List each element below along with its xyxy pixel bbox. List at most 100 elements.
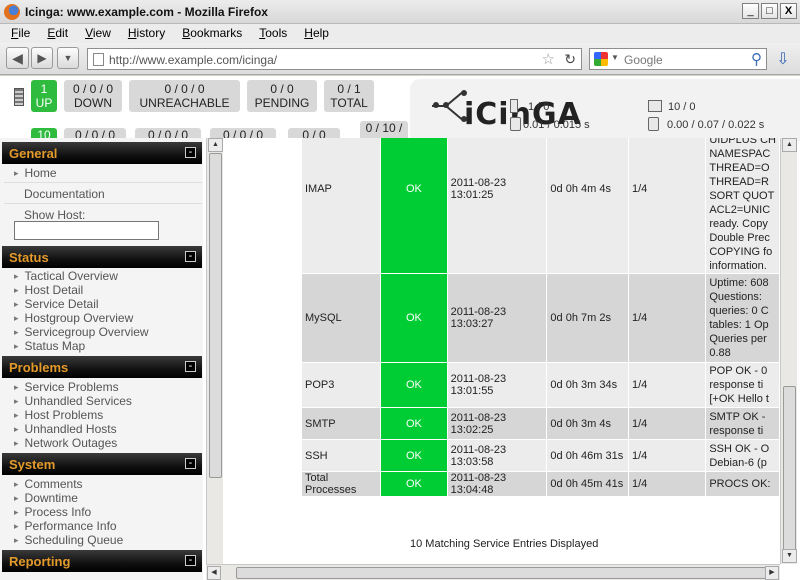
status-information: SMTP OK - response ti (705, 407, 780, 440)
sidebar-item-service-detail[interactable]: Service Detail (14, 297, 99, 311)
section-header-system[interactable]: System - (2, 453, 202, 475)
scroll-down-arrow-icon[interactable]: ▼ (782, 549, 797, 563)
sidebar-item-hostgroup-overview[interactable]: Hostgroup Overview (14, 311, 134, 325)
status-information-line: SORT QUOT (709, 190, 775, 202)
duration: 0d 0h 46m 31s (546, 439, 629, 472)
forward-button[interactable]: ▶ (31, 47, 53, 69)
show-host-input[interactable] (14, 221, 159, 240)
menu-bookmarks[interactable]: Bookmarks (171, 24, 248, 40)
collapse-icon[interactable]: - (185, 555, 196, 566)
sidebar-item-process-info[interactable]: Process Info (14, 505, 92, 519)
minimize-button[interactable]: _ (742, 3, 759, 19)
back-button[interactable]: ◀ (6, 47, 29, 69)
scroll-up-arrow-icon[interactable]: ▲ (208, 138, 223, 152)
sidebar-item-unhandled-services[interactable]: Unhandled Services (14, 394, 132, 408)
section-title: Problems (9, 360, 69, 375)
host-server-icon (510, 99, 518, 113)
service-name-link[interactable]: SSH (300, 439, 382, 472)
attempt: 1/4 (627, 273, 707, 363)
status-information-line: tables: 1 Op (709, 319, 769, 331)
menu-edit[interactable]: Edit (36, 24, 74, 40)
history-dropdown-button[interactable]: ▼ (57, 47, 79, 69)
table-row: SMTP OK 2011-08-23 13:02:25 0d 0h 3m 4s 1/4 S… (300, 407, 780, 440)
search-bar[interactable]: ▼ Google ⚲ (589, 48, 767, 70)
status-down-label: DOWN (74, 96, 112, 110)
section-header-general[interactable]: General - (2, 142, 202, 164)
firefox-icon (4, 4, 20, 20)
last-check: 2011-08-23 13:03:58 (446, 439, 548, 472)
service-name-link[interactable]: Total Processes (300, 471, 382, 497)
menu-bar: File Edit View History Bookmarks Tools Help (0, 24, 800, 43)
server-icon (14, 88, 24, 106)
search-icon[interactable]: ⚲ (751, 50, 762, 68)
status-total[interactable]: 0 / 1 TOTAL (324, 80, 374, 112)
status-information-line: SMTP OK - (709, 410, 766, 423)
status-information-line: 0.88 (709, 347, 731, 359)
service-name-link[interactable]: SMTP (300, 407, 382, 440)
horizontal-scrollbar[interactable]: ◀ ▶ (206, 564, 780, 580)
sidebar-item-network-outages[interactable]: Network Outages (14, 436, 118, 450)
bookmark-star-icon[interactable]: ☆ (542, 50, 555, 68)
collapse-icon[interactable]: - (185, 361, 196, 372)
collapse-icon[interactable]: - (185, 251, 196, 262)
section-header-status[interactable]: Status - (2, 246, 202, 268)
scroll-left-arrow-icon[interactable]: ◀ (207, 566, 221, 580)
search-engine-chevron-icon[interactable]: ▼ (611, 53, 619, 62)
sidebar-item-comments[interactable]: Comments (14, 477, 83, 491)
status-down-count: 0 / 0 / 0 (72, 82, 114, 96)
scroll-right-arrow-icon[interactable]: ▶ (765, 566, 779, 580)
scrollbar-thumb[interactable] (209, 153, 222, 478)
close-button[interactable]: X (780, 3, 797, 19)
scroll-up-arrow-icon[interactable]: ▲ (782, 138, 797, 152)
sidebar-scrollbar[interactable]: ▲ ▼ (206, 138, 223, 580)
status-unreachable[interactable]: 0 / 0 / 0 UNREACHABLE (129, 80, 240, 112)
sidebar-item-unhandled-hosts[interactable]: Unhandled Hosts (14, 422, 117, 436)
section-header-reporting[interactable]: Reporting - (2, 550, 202, 572)
last-check: 2011-08-23 13:02:25 (446, 407, 548, 440)
menu-tools[interactable]: Tools (248, 24, 293, 40)
status-up[interactable]: 1 UP (31, 80, 57, 112)
status-information-line: PROCS OK: (709, 478, 771, 490)
sidebar-item-host-detail[interactable]: Host Detail (14, 283, 84, 297)
status-pending[interactable]: 0 / 0 PENDING (247, 80, 317, 112)
status-information-line: Queries per (709, 333, 767, 345)
section-header-problems[interactable]: Problems - (2, 356, 202, 378)
main-scrollbar[interactable]: ▲ ▼ (780, 138, 797, 564)
sidebar-item-home[interactable]: Home (14, 166, 57, 180)
status-badge: OK (380, 138, 448, 274)
maximize-button[interactable]: □ (761, 3, 778, 19)
status-badge: OK (380, 273, 448, 363)
reload-icon[interactable]: ↻ (564, 51, 576, 68)
scrollbar-thumb[interactable] (783, 386, 796, 551)
menu-help[interactable]: Help (293, 24, 335, 40)
service-name-link[interactable]: MySQL (300, 273, 382, 363)
google-icon[interactable] (594, 52, 608, 66)
menu-view[interactable]: View (74, 24, 117, 40)
service-name-link[interactable]: POP3 (300, 362, 382, 408)
status-information-line: THREAD=O (709, 162, 770, 174)
collapse-icon[interactable]: - (185, 458, 196, 469)
show-host-label: Show Host: (24, 208, 86, 222)
sidebar-item-servicegroup-overview[interactable]: Servicegroup Overview (14, 325, 149, 339)
last-check: 2011-08-23 13:03:27 (446, 273, 548, 363)
sidebar-item-status-map[interactable]: Status Map (14, 339, 86, 353)
sidebar-item-performance-info[interactable]: Performance Info (14, 519, 117, 533)
service-status-total[interactable]: 0 / 10 / (360, 121, 408, 139)
sidebar-item-documentation[interactable]: Documentation (24, 187, 105, 201)
menu-file[interactable]: File (0, 24, 36, 40)
last-check: 2011-08-23 13:01:55 (446, 362, 548, 408)
menu-history[interactable]: History (117, 24, 171, 40)
sidebar-item-downtime[interactable]: Downtime (14, 491, 78, 505)
status-down[interactable]: 0 / 0 / 0 DOWN (64, 80, 122, 112)
chevron-down-icon: ▼ (63, 53, 73, 63)
download-icon[interactable]: ⇩ (773, 49, 793, 69)
sidebar-item-scheduling-queue[interactable]: Scheduling Queue (14, 533, 124, 547)
scrollbar-thumb[interactable] (236, 567, 766, 579)
service-name-link[interactable]: IMAP (300, 138, 382, 274)
sidebar-item-tactical-overview[interactable]: Tactical Overview (14, 269, 118, 283)
page-icon (93, 53, 104, 66)
url-bar[interactable]: http://www.example.com/icinga/ ☆ ↻ (87, 48, 582, 70)
sidebar-item-host-problems[interactable]: Host Problems (14, 408, 104, 422)
sidebar-item-service-problems[interactable]: Service Problems (14, 380, 119, 394)
collapse-icon[interactable]: - (185, 147, 196, 158)
